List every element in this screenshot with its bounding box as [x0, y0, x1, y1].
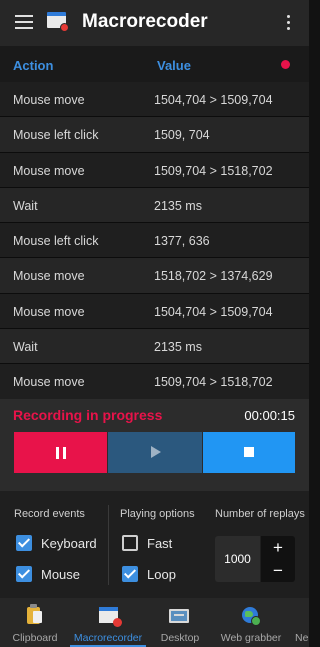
row-value: 1518,702 > 1374,629 [154, 269, 273, 284]
row-action: Mouse move [13, 163, 85, 178]
row-value: 2135 ms [154, 198, 202, 213]
row-action: Mouse move [13, 269, 85, 284]
table-header: Action Value [0, 46, 309, 82]
fast-label: Fast [147, 536, 173, 551]
keyboard-label: Keyboard [41, 536, 97, 551]
table-row[interactable]: Mouse move 1518,702 > 1374,629 [0, 258, 309, 294]
keyboard-checkbox[interactable] [16, 535, 32, 551]
nav-item-clipboard[interactable]: Clipboard [0, 598, 70, 647]
action-list: Mouse move 1504,704 > 1509,704 Mouse left… [0, 82, 309, 400]
stop-icon [244, 447, 254, 457]
nav-label: Web grabber [220, 632, 282, 644]
row-value: 1509, 704 [154, 128, 210, 143]
nav-item-next[interactable]: Ne [288, 598, 309, 647]
row-value: 2135 ms [154, 340, 202, 355]
row-action: Wait [13, 340, 38, 355]
table-row[interactable]: Wait 2135 ms [0, 187, 309, 224]
more-vert-icon[interactable] [287, 15, 291, 31]
recording-indicator-icon [281, 60, 290, 69]
row-value: 1509,704 > 1518,702 [154, 163, 273, 178]
row-value: 1504,704 > 1509,704 [154, 93, 273, 107]
nav-label: Desktop [160, 632, 200, 644]
macrorecorder-icon [99, 607, 122, 627]
fast-checkbox[interactable] [122, 535, 138, 551]
row-action: Mouse left click [13, 128, 99, 143]
replays-increment-button[interactable]: + [261, 536, 295, 559]
row-value: 1509,704 > 1518,702 [154, 375, 273, 390]
divider [108, 505, 109, 585]
nav-item-macrorecorder[interactable]: Macrorecorder [70, 598, 146, 647]
desktop-icon [169, 609, 189, 623]
play-icon [151, 446, 161, 458]
recording-timer: 00:00:15 [244, 408, 295, 423]
loop-label: Loop [147, 567, 176, 582]
replays-value[interactable]: 1000 [215, 536, 260, 582]
recording-status: Recording in progress [13, 407, 163, 423]
nav-item-desktop[interactable]: Desktop [146, 598, 214, 647]
bottom-navigation: Clipboard Macrorecorder Desktop Web grab… [0, 598, 309, 647]
table-row[interactable]: Mouse move 1504,704 > 1509,704 [0, 293, 309, 330]
table-row[interactable]: Mouse move 1509,704 > 1518,702 [0, 152, 309, 188]
nav-label: Clipboard [12, 632, 58, 644]
nav-label: Macrorecorder [73, 632, 143, 644]
play-button[interactable] [108, 432, 202, 473]
table-row[interactable]: Mouse left click 1509, 704 [0, 117, 309, 153]
row-action: Mouse left click [13, 234, 99, 249]
table-row[interactable]: Mouse move 1509,704 > 1518,702 [0, 364, 309, 400]
row-action: Mouse move [13, 93, 85, 107]
recording-panel: Recording in progress 00:00:15 [0, 399, 309, 491]
column-header-value: Value [157, 58, 191, 73]
row-action: Mouse move [13, 304, 85, 319]
pause-icon [56, 447, 66, 459]
table-row[interactable]: Mouse left click 1377, 636 [0, 223, 309, 259]
mouse-label: Mouse [41, 567, 81, 582]
table-row[interactable]: Wait 2135 ms [0, 329, 309, 365]
globe-icon [242, 607, 261, 626]
replays-decrement-button[interactable]: − [261, 559, 295, 582]
row-value: 1377, 636 [154, 234, 210, 249]
row-value: 1504,704 > 1509,704 [154, 304, 273, 319]
number-of-replays-heading: Number of replays [215, 508, 305, 520]
row-action: Mouse move [13, 375, 85, 390]
column-header-action: Action [13, 58, 54, 73]
nav-item-web-grabber[interactable]: Web grabber [214, 598, 288, 647]
pause-button[interactable] [14, 432, 107, 473]
loop-checkbox[interactable] [122, 566, 138, 582]
macrorecorder-logo-icon [47, 12, 69, 32]
record-events-heading: Record events [14, 508, 85, 520]
app-title: Macrorecoder [82, 11, 208, 32]
mouse-checkbox[interactable] [16, 566, 32, 582]
clipboard-icon [27, 604, 42, 624]
nav-label: Ne [295, 632, 309, 644]
app-bar: Macrorecoder [0, 0, 309, 46]
playing-options-heading: Playing options [120, 508, 195, 520]
row-action: Wait [13, 198, 38, 213]
stop-button[interactable] [203, 432, 295, 473]
hamburger-menu-icon[interactable] [15, 15, 33, 29]
table-row[interactable]: Mouse move 1504,704 > 1509,704 [0, 82, 309, 118]
